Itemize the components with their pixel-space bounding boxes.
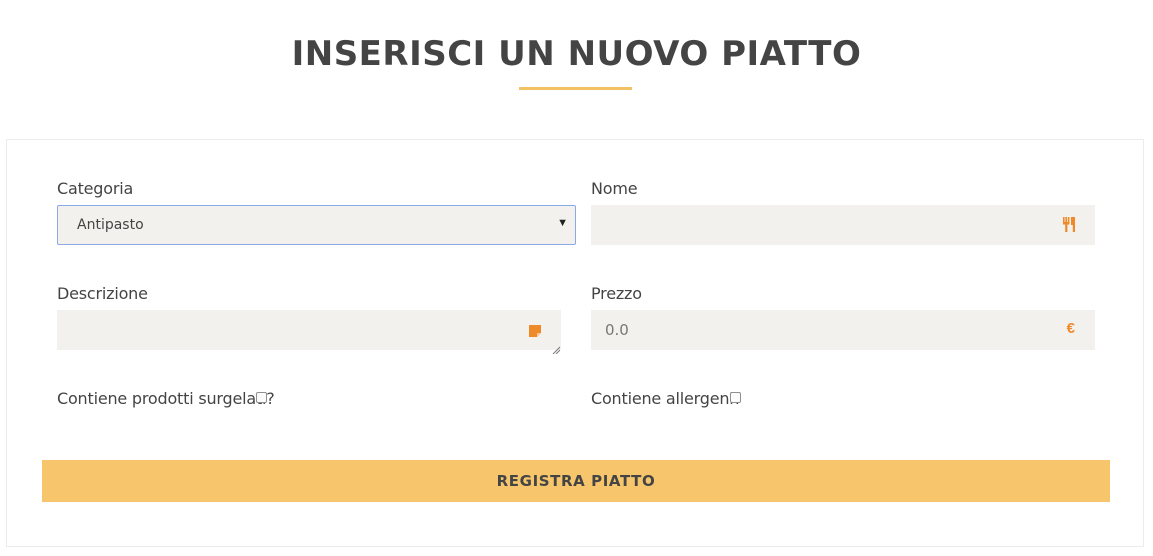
nome-label: Nome: [591, 179, 638, 198]
cutlery-icon: [1063, 217, 1076, 237]
prezzo-input[interactable]: 0.0 €: [591, 310, 1095, 350]
surgelati-checkbox[interactable]: [256, 392, 267, 403]
page-title: INSERISCI UN NUOVO PIATTO: [291, 34, 862, 74]
surgelati-label: Contiene prodotti surgelati?: [57, 389, 275, 408]
categoria-select[interactable]: Antipasto ▼: [57, 205, 576, 245]
prezzo-value: 0.0: [605, 321, 629, 339]
page: INSERISCI UN NUOVO PIATTO Categoria Anti…: [0, 0, 1153, 556]
registra-piatto-button[interactable]: REGISTRA PIATTO: [42, 460, 1110, 502]
resize-handle[interactable]: [552, 341, 561, 355]
nome-input[interactable]: [591, 205, 1095, 245]
allergeni-checkbox[interactable]: [730, 392, 741, 403]
descrizione-label: Descrizione: [57, 284, 148, 303]
euro-icon: €: [1066, 320, 1075, 337]
categoria-selected-value: Antipasto: [77, 217, 144, 233]
chevron-down-icon: ▼: [557, 217, 568, 229]
prezzo-label: Prezzo: [591, 284, 642, 303]
categoria-label: Categoria: [57, 179, 134, 198]
allergeni-label: Contiene allergeni?: [591, 389, 742, 408]
descrizione-textarea[interactable]: [57, 310, 561, 355]
title-underline: [519, 87, 632, 90]
note-icon: [529, 324, 541, 342]
